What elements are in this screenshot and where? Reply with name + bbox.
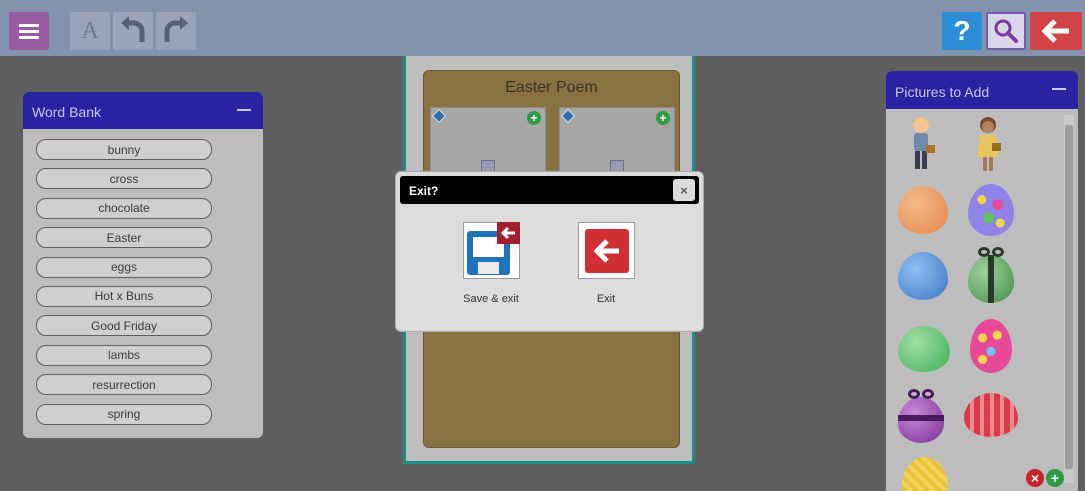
girl-with-basket-picture[interactable] <box>972 115 1004 175</box>
picture-cell[interactable]: + <box>430 107 546 177</box>
minimize-icon[interactable] <box>237 109 251 111</box>
edit-icon[interactable] <box>560 108 576 124</box>
redo-icon <box>164 16 188 42</box>
yellow-egg-picture[interactable] <box>902 457 948 491</box>
pictures-scrollbar[interactable] <box>1064 115 1074 483</box>
word-chip[interactable]: Hot x Buns <box>36 285 212 307</box>
word-list: bunny cross chocolate Easter eggs Hot x … <box>23 129 263 425</box>
arrow-left-icon <box>496 222 520 244</box>
hamburger-icon <box>19 21 39 42</box>
word-chip[interactable]: spring <box>36 403 212 425</box>
arrow-left-icon <box>584 229 629 273</box>
word-chip[interactable]: Good Friday <box>36 315 212 337</box>
close-icon: × <box>680 182 688 198</box>
pictures-title: Pictures to Add <box>895 84 990 100</box>
boy-with-basket-picture[interactable] <box>904 115 938 175</box>
search-icon <box>994 19 1018 43</box>
green-egg-picture[interactable] <box>898 326 950 372</box>
search-button[interactable] <box>986 12 1026 50</box>
top-toolbar: A ? <box>0 0 1085 56</box>
pictures-actions: × + <box>1026 469 1064 487</box>
word-chip[interactable]: lambs <box>36 344 212 366</box>
red-striped-egg-picture[interactable] <box>964 393 1018 437</box>
close-button[interactable]: × <box>673 179 695 201</box>
font-icon: A <box>81 17 99 44</box>
green-ribbon-egg-picture[interactable] <box>966 247 1016 303</box>
word-bank-panel: Word Bank bunny cross chocolate Easter e… <box>23 92 263 438</box>
arrow-left-icon <box>1041 19 1069 43</box>
word-chip[interactable]: chocolate <box>36 197 212 219</box>
word-chip[interactable]: cross <box>36 168 212 190</box>
dialog-header: Exit? × <box>400 176 699 204</box>
add-icon[interactable]: + <box>656 111 670 125</box>
minimize-icon[interactable] <box>1052 88 1066 90</box>
word-bank-title: Word Bank <box>32 104 101 120</box>
undo-button[interactable] <box>113 12 153 50</box>
pictures-panel: Pictures to Add × + <box>886 71 1078 491</box>
exit-label: Exit <box>596 293 616 305</box>
menu-button[interactable] <box>9 12 49 50</box>
exit-option[interactable]: Exit <box>566 222 646 305</box>
help-button[interactable]: ? <box>942 12 982 50</box>
undo-icon <box>121 16 145 42</box>
blue-spotted-egg-picture[interactable] <box>968 184 1014 236</box>
help-icon: ? <box>953 15 971 46</box>
font-button[interactable]: A <box>70 12 110 50</box>
purple-ribbon-egg-picture[interactable] <box>896 389 946 443</box>
save-exit-label: Save & exit <box>463 293 519 305</box>
word-chip[interactable]: resurrection <box>36 374 212 396</box>
edit-icon[interactable] <box>431 108 447 124</box>
dialog-title: Exit? <box>409 184 439 198</box>
back-button[interactable] <box>1030 12 1082 50</box>
pink-spotted-egg-picture[interactable] <box>970 319 1012 373</box>
redo-button[interactable] <box>156 12 196 50</box>
add-icon[interactable]: + <box>527 111 541 125</box>
add-picture-icon[interactable]: + <box>1046 469 1064 487</box>
word-chip[interactable]: eggs <box>36 256 212 278</box>
pictures-header: Pictures to Add <box>886 71 1078 109</box>
save-and-exit-option[interactable]: Save & exit <box>451 222 531 305</box>
blue-egg-picture[interactable] <box>898 252 948 300</box>
orange-egg-picture[interactable] <box>898 186 948 234</box>
poem-title[interactable]: Easter Poem <box>424 79 679 97</box>
scrollbar-thumb[interactable] <box>1065 125 1073 469</box>
word-chip[interactable]: bunny <box>36 139 212 160</box>
delete-icon[interactable]: × <box>1026 469 1044 487</box>
exit-button[interactable] <box>577 222 635 279</box>
exit-dialog: Exit? × Save & exit Exit <box>395 171 704 332</box>
word-chip[interactable]: Easter <box>36 227 212 249</box>
word-bank-header: Word Bank <box>23 92 263 129</box>
save-exit-button[interactable] <box>462 222 520 279</box>
picture-cell[interactable]: + <box>559 107 675 177</box>
